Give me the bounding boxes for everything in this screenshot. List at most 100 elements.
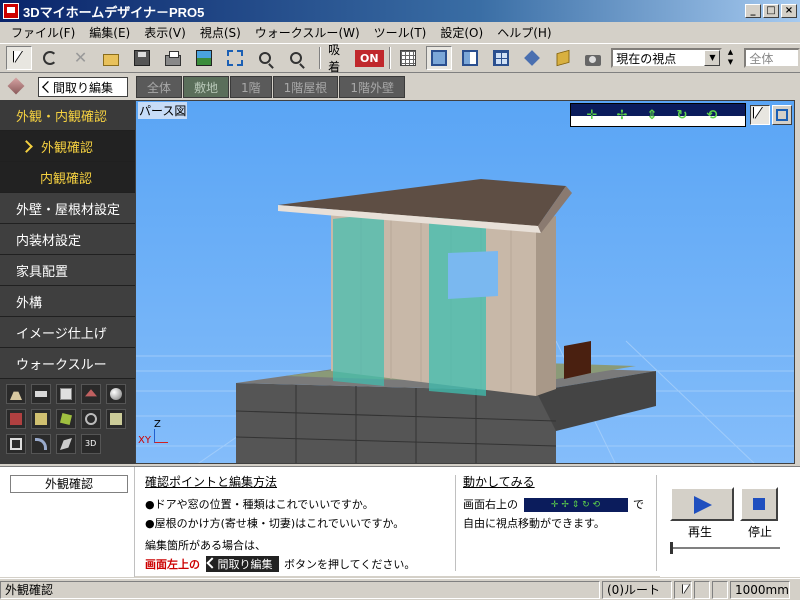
chevron-down-icon[interactable]: ▼ (704, 50, 721, 66)
sidebar-item-exterior-works[interactable]: 外構 (0, 286, 135, 317)
tab-site[interactable]: 敷地 (183, 76, 230, 98)
menu-edit[interactable]: 編集(E) (82, 24, 137, 41)
print-button[interactable] (160, 46, 186, 70)
glass-door-left (333, 213, 384, 386)
sidebar-item-appearance-check[interactable]: 外観・内観確認 (0, 100, 135, 131)
zoom-in-button[interactable] (253, 46, 279, 70)
close-button[interactable]: × (781, 4, 797, 18)
fit-button[interactable] (222, 46, 248, 70)
snap-toggle[interactable]: ON (354, 49, 384, 67)
stop-button[interactable] (740, 487, 778, 521)
tool-slope[interactable] (6, 384, 26, 404)
viewport-maximize-button[interactable] (772, 105, 792, 125)
menu-tools[interactable]: ツール(T) (367, 24, 434, 41)
edit-tail-text: ボタンを押してください。 (284, 558, 416, 571)
move-line-2: 自由に視点移動ができます。 (463, 517, 605, 530)
viewport-select-button[interactable] (750, 105, 770, 125)
edit-intro: 編集箇所がある場合は、 (145, 539, 266, 552)
grid-button[interactable] (396, 46, 422, 70)
sphere-icon (110, 388, 122, 400)
save-button[interactable] (129, 46, 155, 70)
play-button[interactable] (670, 487, 734, 521)
undo-button[interactable] (37, 46, 63, 70)
orbit-icon[interactable]: ↻ (671, 109, 693, 123)
tool-pipe[interactable] (31, 434, 51, 454)
viewpoint-select[interactable]: 現在の視点 ▼ (611, 48, 723, 68)
menu-viewpoint[interactable]: 視点(S) (193, 24, 248, 41)
move-icon[interactable]: ✢ (611, 109, 633, 123)
undo-icon (42, 51, 57, 65)
inline-floorplan-edit-tag: 間取り編集 (205, 556, 279, 572)
pan-icon[interactable]: ✛ (581, 109, 603, 123)
tab-floor1[interactable]: 1階 (230, 76, 272, 98)
axis-xy-label: XY (138, 435, 151, 446)
up-down-icon[interactable]: ⇕ (641, 109, 663, 123)
guide-panel: 外観確認 確認ポイントと編集方法 ●ドアや窓の位置・種類はこれでいいですか。 ●… (0, 466, 800, 577)
single-view-button[interactable] (426, 46, 453, 70)
tool-box[interactable] (31, 409, 51, 429)
tool-3d-text[interactable]: 3D (81, 434, 101, 454)
sidebar-item-interior-materials[interactable]: 内装材設定 (0, 224, 135, 255)
minimize-button[interactable]: _ (745, 4, 761, 18)
tab-all[interactable]: 全体 (136, 76, 183, 98)
tool-sphere[interactable] (106, 384, 126, 404)
text3d-icon (110, 413, 122, 425)
tool-roof[interactable] (81, 384, 101, 404)
scope-field[interactable]: 全体 (744, 48, 800, 68)
menu-walkthrough[interactable]: ウォークスルー(W) (248, 24, 367, 41)
menu-file[interactable]: ファイル(F) (4, 24, 82, 41)
tool-text3d[interactable] (106, 409, 126, 429)
tool-plate[interactable] (31, 384, 51, 404)
perspective-viewport[interactable]: パース図 ✛ ✢ ⇕ ↻ ⟲ Z XY (135, 100, 795, 464)
quad-view-button[interactable] (488, 46, 514, 70)
toolbar-separator (388, 47, 391, 69)
tool-panel[interactable] (56, 384, 76, 404)
try-moving-section: 動かしてみる 画面右上の ✛ ✢ ⇕ ↻ ⟲ で 自由に視点移動ができます。 (463, 473, 653, 573)
tool-cube[interactable] (6, 409, 26, 429)
maximize-icon (776, 109, 788, 121)
slider-thumb[interactable] (670, 542, 673, 554)
sidebar-item-exterior-check[interactable]: 外観確認 (0, 131, 135, 162)
inline-nav-strip-icon: ✛ ✢ ⇕ ↻ ⟲ (523, 498, 628, 512)
menu-settings[interactable]: 設定(O) (433, 24, 490, 41)
sidebar-item-walkthrough[interactable]: ウォークスルー (0, 348, 135, 379)
floorplan-edit-button[interactable]: 間取り編集 (38, 77, 128, 97)
tab-floor1-exterior[interactable]: 1階外壁 (339, 76, 405, 98)
box-button[interactable] (550, 46, 576, 70)
maximize-button[interactable]: □ (763, 4, 779, 18)
tool-edit-shape[interactable] (56, 434, 76, 454)
tool-prism[interactable] (56, 409, 76, 429)
rotate-icon[interactable]: ⟲ (701, 109, 723, 123)
tab-floor1-roof[interactable]: 1階屋根 (272, 76, 339, 98)
status-empty-cell (694, 580, 710, 599)
menu-help[interactable]: ヘルプ(H) (490, 24, 558, 41)
playback-slider[interactable] (670, 542, 780, 554)
tool-circle[interactable] (81, 409, 101, 429)
sidebar-item-image-finish[interactable]: イメージ仕上げ (0, 317, 135, 348)
box-icon (556, 49, 569, 67)
open-button[interactable] (98, 46, 124, 70)
zoom-out-button[interactable] (283, 46, 309, 70)
sidebar-item-interior-check[interactable]: 内観確認 (0, 162, 135, 193)
view-navigation-strip[interactable]: ✛ ✢ ⇕ ↻ ⟲ (570, 103, 746, 127)
slope-icon (10, 391, 22, 400)
check-points-title: 確認ポイントと編集方法 (145, 475, 278, 489)
viewpoint-select-value: 現在の視点 (616, 51, 677, 66)
menu-view[interactable]: 表示(V) (137, 24, 193, 41)
viewpoint-stepper[interactable]: ▲ ▼ (724, 47, 736, 69)
tool-extrude[interactable] (6, 434, 26, 454)
shape-tool-palette: 3D (0, 380, 135, 458)
toolbar-separator (319, 47, 322, 69)
layer-button[interactable] (519, 46, 545, 70)
camera-button[interactable] (580, 46, 606, 70)
sidebar-item-exterior-materials[interactable]: 外壁・屋根材設定 (0, 193, 135, 224)
select-tool-button[interactable] (6, 46, 32, 70)
layer-icon (523, 50, 540, 66)
sidebar-item-furniture[interactable]: 家具配置 (0, 255, 135, 286)
delete-button[interactable]: ✕ (68, 46, 94, 70)
edit-red-text: 画面左上の (145, 558, 200, 571)
split-view-button[interactable] (457, 46, 483, 70)
scene-canvas[interactable] (136, 101, 795, 464)
image-button[interactable] (191, 46, 217, 70)
main-toolbar: ✕ 吸着 ON 現在の視点 ▼ ▲ ▼ 全体 (0, 43, 800, 74)
